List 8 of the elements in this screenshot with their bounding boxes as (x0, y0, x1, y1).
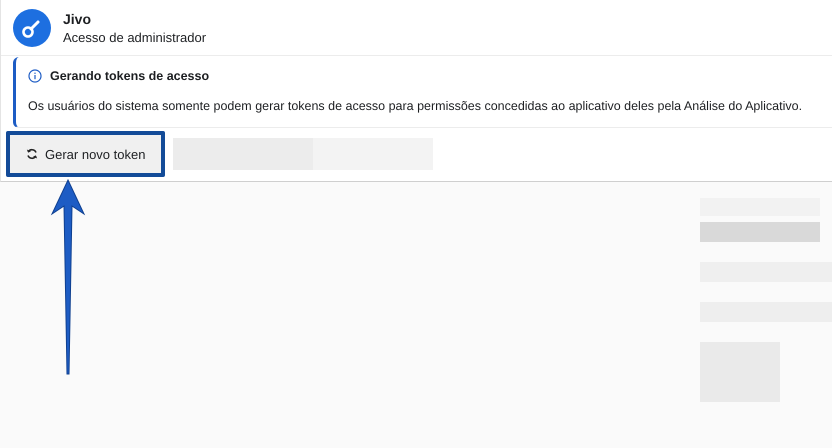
app-name: Jivo (63, 11, 92, 27)
info-icon (28, 69, 42, 83)
access-level: Acesso de administrador (63, 30, 206, 45)
key-icon (13, 9, 51, 47)
notice-text: Os usuários do sistema somente podem gerar tokens de acesso para permissões concedidas ao aplicativo deles pela Análise do Aplicativo. (28, 99, 804, 113)
generate-token-button[interactable]: Gerar novo token (6, 131, 166, 177)
refresh-icon (26, 148, 38, 160)
notice-title: Gerando tokens de acesso (50, 69, 210, 83)
